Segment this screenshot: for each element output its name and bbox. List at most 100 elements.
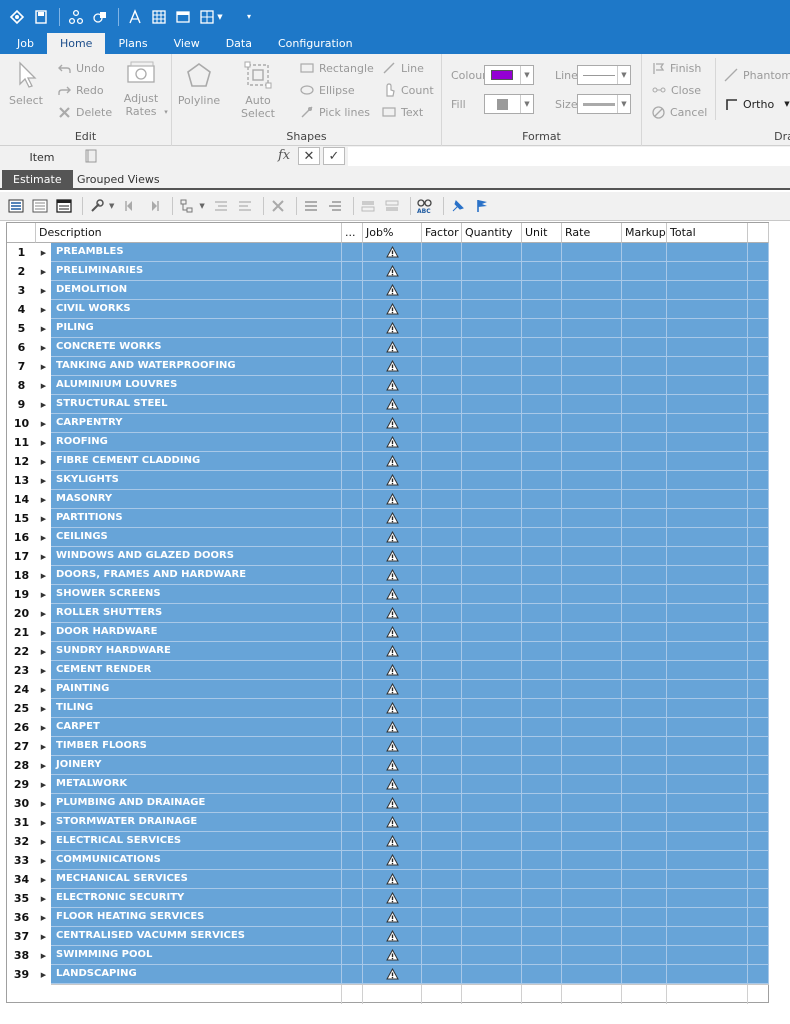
trailing-cell[interactable] (748, 775, 769, 794)
total-cell[interactable] (667, 433, 748, 452)
ribbon-tab-home[interactable]: Home (46, 33, 106, 54)
trailing-cell[interactable] (748, 965, 769, 984)
more-cell[interactable] (342, 433, 363, 452)
total-cell[interactable] (667, 547, 748, 566)
description-cell[interactable]: DOORS, FRAMES AND HARDWARE (51, 566, 342, 585)
markup-cell[interactable] (622, 585, 667, 604)
line-style-picker[interactable]: ▼ (577, 65, 631, 85)
markup-cell[interactable] (622, 718, 667, 737)
trailing-cell[interactable] (748, 661, 769, 680)
job-percent-cell[interactable] (363, 756, 422, 775)
unit-cell[interactable] (522, 547, 562, 566)
unit-cell[interactable] (522, 281, 562, 300)
more-cell[interactable] (342, 965, 363, 984)
table-row[interactable]: 13 ▶ SKYLIGHTS (7, 471, 770, 490)
factor-cell[interactable] (422, 338, 462, 357)
table-icon[interactable] (148, 6, 170, 28)
row-number[interactable]: 20 (7, 604, 36, 623)
table-row[interactable]: 32 ▶ ELECTRICAL SERVICES (7, 832, 770, 851)
total-cell[interactable] (667, 718, 748, 737)
total-cell[interactable] (667, 813, 748, 832)
row-number[interactable]: 30 (7, 794, 36, 813)
trailing-cell[interactable] (748, 927, 769, 946)
markup-cell[interactable] (622, 262, 667, 281)
expand-row-icon[interactable]: ▶ (36, 471, 51, 490)
quantity-cell[interactable] (462, 338, 522, 357)
rate-cell[interactable] (562, 699, 622, 718)
quantity-cell[interactable] (462, 813, 522, 832)
rate-cell[interactable] (562, 946, 622, 965)
quantity-cell[interactable] (462, 490, 522, 509)
outdent-icon[interactable] (235, 196, 255, 216)
quantity-cell[interactable] (462, 243, 522, 262)
new-row-cell[interactable] (522, 985, 562, 1004)
table-row[interactable]: 36 ▶ FLOOR HEATING SERVICES (7, 908, 770, 927)
table-row[interactable]: 12 ▶ FIBRE CEMENT CLADDING (7, 452, 770, 471)
unit-cell[interactable] (522, 946, 562, 965)
more-cell[interactable] (342, 509, 363, 528)
description-cell[interactable]: ROLLER SHUTTERS (51, 604, 342, 623)
row-number[interactable]: 8 (7, 376, 36, 395)
quantity-cell[interactable] (462, 870, 522, 889)
tab-grouped-views[interactable]: Grouped Views (66, 170, 171, 190)
total-cell[interactable] (667, 300, 748, 319)
row-number[interactable]: 24 (7, 680, 36, 699)
trailing-cell[interactable] (748, 509, 769, 528)
table-row[interactable]: 15 ▶ PARTITIONS (7, 509, 770, 528)
more-cell[interactable] (342, 870, 363, 889)
quantity-cell[interactable] (462, 376, 522, 395)
unit-cell[interactable] (522, 433, 562, 452)
job-percent-cell[interactable] (363, 471, 422, 490)
rate-cell[interactable] (562, 718, 622, 737)
table-row[interactable]: 29 ▶ METALWORK (7, 775, 770, 794)
factor-cell[interactable] (422, 642, 462, 661)
view-list-icon[interactable] (6, 196, 26, 216)
trailing-cell[interactable] (748, 262, 769, 281)
trailing-cell[interactable] (748, 718, 769, 737)
expand-row-icon[interactable]: ▶ (36, 452, 51, 471)
expand-row-icon[interactable]: ▶ (36, 832, 51, 851)
total-cell[interactable] (667, 946, 748, 965)
job-percent-cell[interactable] (363, 889, 422, 908)
save-icon[interactable] (30, 6, 52, 28)
job-percent-cell[interactable] (363, 528, 422, 547)
markup-cell[interactable] (622, 338, 667, 357)
markup-cell[interactable] (622, 243, 667, 262)
chevron-down-icon[interactable]: ▼ (199, 202, 204, 210)
description-cell[interactable]: CARPENTRY (51, 414, 342, 433)
description-cell[interactable]: DEMOLITION (51, 281, 342, 300)
table-row[interactable]: 2 ▶ PRELIMINARIES (7, 262, 770, 281)
description-cell[interactable]: FLOOR HEATING SERVICES (51, 908, 342, 927)
description-cell[interactable]: PREAMBLES (51, 243, 342, 262)
markup-cell[interactable] (622, 395, 667, 414)
rate-cell[interactable] (562, 585, 622, 604)
trailing-cell[interactable] (748, 680, 769, 699)
table-row[interactable]: 35 ▶ ELECTRONIC SECURITY (7, 889, 770, 908)
row-number[interactable]: 37 (7, 927, 36, 946)
rate-cell[interactable] (562, 262, 622, 281)
rate-cell[interactable] (562, 661, 622, 680)
table-row[interactable]: 16 ▶ CEILINGS (7, 528, 770, 547)
row-number[interactable]: 25 (7, 699, 36, 718)
unit-cell[interactable] (522, 699, 562, 718)
trailing-cell[interactable] (748, 604, 769, 623)
more-cell[interactable] (342, 661, 363, 680)
total-cell[interactable] (667, 870, 748, 889)
more-cell[interactable] (342, 471, 363, 490)
move-down-icon[interactable] (382, 196, 402, 216)
table-row[interactable]: 14 ▶ MASONRY (7, 490, 770, 509)
factor-cell[interactable] (422, 737, 462, 756)
job-percent-cell[interactable] (363, 414, 422, 433)
unit-cell[interactable] (522, 319, 562, 338)
expand-row-icon[interactable]: ▶ (36, 509, 51, 528)
view-summary-icon[interactable] (54, 196, 74, 216)
delete-button[interactable]: Delete (58, 103, 112, 121)
quantity-cell[interactable] (462, 528, 522, 547)
job-percent-cell[interactable] (363, 319, 422, 338)
unit-cell[interactable] (522, 585, 562, 604)
description-cell[interactable]: METALWORK (51, 775, 342, 794)
rate-cell[interactable] (562, 832, 622, 851)
rate-cell[interactable] (562, 870, 622, 889)
more-cell[interactable] (342, 262, 363, 281)
row-number[interactable]: 28 (7, 756, 36, 775)
